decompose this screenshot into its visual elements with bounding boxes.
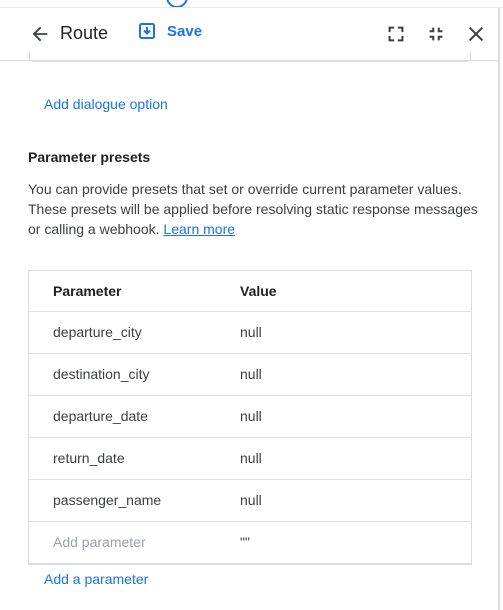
table-row[interactable]: departure_date null xyxy=(29,395,471,437)
add-parameter-input[interactable]: Add parameter xyxy=(53,534,146,550)
close-icon[interactable] xyxy=(465,23,487,45)
save-label: Save xyxy=(167,22,203,40)
panel-title: Route xyxy=(60,23,109,43)
top-strip xyxy=(0,0,503,8)
previous-card xyxy=(29,52,471,62)
new-parameter-row[interactable]: Add parameter "" xyxy=(29,521,471,563)
table-row[interactable]: passenger_name null xyxy=(29,479,471,521)
fullscreen-exit-icon[interactable] xyxy=(425,23,447,45)
table-row[interactable]: departure_city null xyxy=(29,311,471,353)
fullscreen-icon[interactable] xyxy=(385,23,407,45)
new-value-input[interactable]: "" xyxy=(240,534,250,550)
parameter-cell[interactable]: passenger_name xyxy=(53,492,161,508)
description-text: You can provide presets that set or over… xyxy=(28,181,478,237)
table-row[interactable]: return_date null xyxy=(29,437,471,479)
column-header-parameter: Parameter xyxy=(53,283,122,299)
route-panel: Route Save Add dialogue option Parameter… xyxy=(0,8,500,610)
parameter-presets-title: Parameter presets xyxy=(28,149,151,165)
value-cell[interactable]: null xyxy=(240,492,262,508)
save-icon xyxy=(139,23,155,39)
table-header-row: Parameter Value xyxy=(29,271,471,311)
value-cell[interactable]: null xyxy=(240,324,262,340)
parameter-cell[interactable]: return_date xyxy=(53,450,125,466)
learn-more-link[interactable]: Learn more xyxy=(163,221,235,237)
add-dialogue-option-button[interactable]: Add dialogue option xyxy=(44,96,168,112)
add-parameter-button[interactable]: Add a parameter xyxy=(44,571,148,587)
parameter-cell[interactable]: departure_date xyxy=(53,408,148,424)
parameter-cell[interactable]: departure_city xyxy=(53,324,142,340)
value-cell[interactable]: null xyxy=(240,450,262,466)
value-cell[interactable]: null xyxy=(240,408,262,424)
save-button[interactable]: Save xyxy=(138,22,202,40)
table-row[interactable]: destination_city null xyxy=(29,353,471,395)
value-cell[interactable]: null xyxy=(240,366,262,382)
arrow-back-icon[interactable] xyxy=(29,23,51,45)
column-header-value: Value xyxy=(240,283,277,299)
parameter-presets-table: Parameter Value departure_city null dest… xyxy=(28,270,472,565)
parameter-presets-description: You can provide presets that set or over… xyxy=(28,179,478,239)
parameter-cell[interactable]: destination_city xyxy=(53,366,150,382)
